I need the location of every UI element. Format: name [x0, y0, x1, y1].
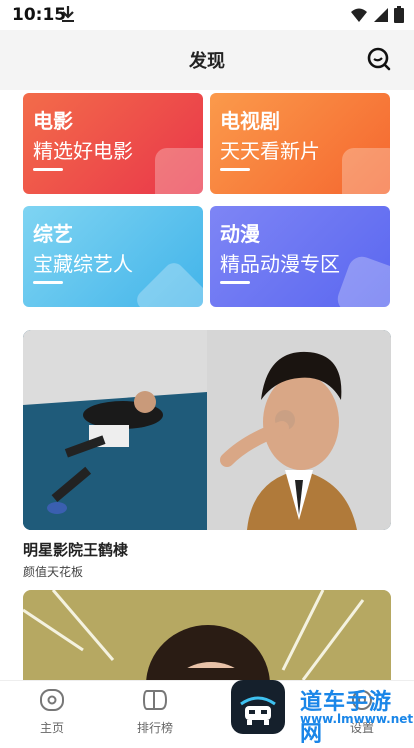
status-bar: 10:15 — [0, 0, 414, 30]
search-button[interactable] — [364, 44, 394, 74]
watermark-app-icon — [231, 680, 285, 734]
category-card-tv[interactable]: 电视剧 天天看新片 — [210, 93, 390, 194]
battery-icon — [394, 6, 404, 27]
download-icon — [60, 5, 76, 27]
feature-card-next[interactable] — [23, 590, 391, 680]
category-underline — [33, 281, 63, 284]
status-time: 10:15 — [12, 5, 67, 25]
category-title: 综艺 — [33, 222, 73, 246]
rank-icon — [142, 690, 168, 710]
category-card-variety[interactable]: 综艺 宝藏综艺人 — [23, 206, 203, 307]
category-title: 动漫 — [220, 222, 260, 246]
feature-subtitle: 颜值天花板 — [23, 565, 84, 579]
category-subtitle: 宝藏综艺人 — [33, 252, 133, 276]
page-title: 发现 — [189, 51, 225, 72]
category-card-movie[interactable]: 电影 精选好电影 — [23, 93, 203, 194]
category-decoration — [155, 148, 203, 194]
category-title: 电视剧 — [220, 109, 280, 133]
watermark-url: www.lmwww.net — [300, 712, 414, 726]
nav-label-home: 主页 — [39, 721, 64, 735]
watermark-overlay: 道车手游网 www.lmwww.net — [228, 678, 414, 747]
category-subtitle: 精选好电影 — [33, 139, 133, 163]
category-card-anime[interactable]: 动漫 精品动漫专区 — [210, 206, 390, 307]
wifi-icon — [350, 7, 368, 27]
nav-item-home[interactable]: 主页 — [22, 687, 82, 736]
top-header: 发现 — [0, 30, 414, 90]
signal-icon — [373, 7, 389, 27]
nav-label-rank: 排行榜 — [136, 721, 173, 735]
feature-card-wanghedi[interactable] — [23, 330, 391, 530]
category-decoration — [132, 258, 203, 307]
discover-content[interactable]: 电影 精选好电影 电视剧 天天看新片 综艺 宝藏综艺人 动漫 精品动漫专区 明星… — [0, 90, 414, 680]
category-decoration — [333, 252, 390, 307]
category-subtitle: 精品动漫专区 — [220, 252, 340, 276]
category-title: 电影 — [33, 109, 73, 133]
search-icon — [367, 47, 391, 71]
home-eye-icon — [40, 689, 64, 711]
category-underline — [33, 168, 63, 171]
feature-photo-right — [207, 330, 391, 530]
feature-photo-left — [23, 330, 207, 530]
category-decoration — [342, 148, 390, 194]
category-underline — [220, 168, 250, 171]
category-underline — [220, 281, 250, 284]
feature-title[interactable]: 明星影院王鹤棣 — [23, 539, 128, 560]
nav-item-rank[interactable]: 排行榜 — [125, 687, 185, 736]
category-subtitle: 天天看新片 — [220, 139, 320, 163]
status-icons — [350, 6, 404, 27]
